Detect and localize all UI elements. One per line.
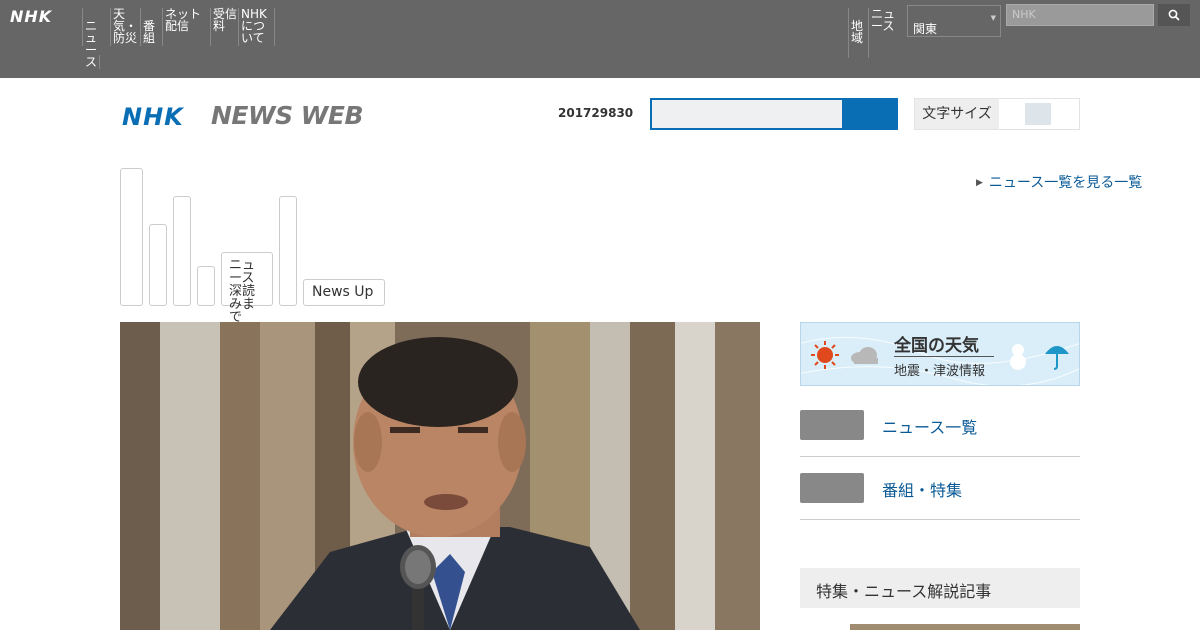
news-web-logo-text[interactable]: NEWS WEB [211,101,364,130]
news-web-logo-nhk[interactable]: NHK [122,103,184,131]
side-feature-photo[interactable] [850,624,1080,630]
side-link-label: 番組・特集 [882,481,963,500]
triangle-right-icon: ▶ [976,178,983,188]
nhk-search-input[interactable]: NHK [1006,4,1154,26]
gnav-item-label: 受信料 [213,7,238,33]
tab-4[interactable] [197,266,215,306]
global-nav-bar: NHK ニュース 天気・防災 番組 ネット配信 受信料 NHK について 地域 … [0,0,1200,78]
rnav-item-label: 地域 [851,19,864,45]
sun-icon [811,341,839,369]
date-number: 201729830 [558,106,634,120]
gnav-item-weather[interactable]: 天気・防災 [110,8,140,46]
region-nav: 地域 ニュース [848,8,904,58]
side-link-label: ニュース一覧 [882,418,978,437]
tab-5[interactable]: ニュース深読みまで [221,252,273,324]
search-icon [1168,9,1180,21]
tab-3[interactable] [173,196,191,306]
weather-subtitle: 地震・津波情報 [894,364,986,379]
side-link-thumbnail [800,473,864,503]
gnav-item-about[interactable]: NHK について [238,8,274,46]
site-search [650,98,898,130]
news-list-link[interactable]: ▶ ニュース一覧を見る一覧 [976,172,1142,192]
tab-label: News Up [312,284,374,300]
nhk-search-button[interactable] [1158,4,1190,26]
weather-banner[interactable]: 全国の天気 地震・津波情報 [800,322,1080,386]
gnav-item-label: 番組 [143,19,156,45]
nhk-logo[interactable]: NHK [10,7,52,26]
weather-title: 全国の天気 [894,336,979,356]
gnav-item-news[interactable]: ニュース [82,8,110,68]
cloud-icon [851,347,878,364]
umbrella-icon [1045,346,1069,370]
gnav-divider [274,8,280,46]
news-photo-illustration [120,322,760,630]
gnav-item-label: 天気・防災 [113,7,138,45]
chevron-down-icon: ▼ [990,14,996,22]
side-section-heading: 特集・ニュース解説記事 [800,568,1080,608]
weather-divider [894,356,994,357]
side-link-thumbnail [800,410,864,440]
nhk-search-placeholder: NHK [1012,8,1036,21]
gnav-item-label: NHK について [241,7,267,45]
site-search-input[interactable] [652,100,842,128]
gnav-item-fee[interactable]: 受信料 [210,8,238,46]
tab-2[interactable] [149,224,167,306]
toggle-knob[interactable] [1025,103,1051,125]
gnav-divider [99,55,100,69]
region-select[interactable]: 関東 ▼ [907,5,1001,37]
tab-1[interactable] [120,168,143,306]
main-news-photo[interactable] [120,322,760,630]
region-select-value: 関東 [913,22,938,36]
tab-label: ニュース深読みまで [229,258,256,325]
rnav-item-label: ニュース [871,7,896,33]
tab-6[interactable] [279,196,297,306]
side-link-news-list[interactable]: ニュース一覧 [800,394,1080,457]
toggle-label: 文字サイズ [915,99,999,129]
rnav-item-news[interactable]: ニュース [868,8,904,58]
gnav-item-label: ネット配信 [165,7,202,33]
font-size-toggle[interactable]: 文字サイズ [914,98,1080,130]
news-list-link-label: ニュース一覧を見る一覧 [988,175,1143,191]
gnav-item-programs[interactable]: 番組 [140,8,162,46]
snowman-icon [1010,344,1026,370]
side-link-programs[interactable]: 番組・特集 [800,457,1080,520]
rnav-item-region[interactable]: 地域 [848,8,868,58]
global-nav: ニュース 天気・防災 番組 ネット配信 受信料 NHK について [82,8,280,68]
gnav-item-streaming[interactable]: ネット配信 [162,8,210,46]
tab-news-up[interactable]: News Up [303,279,385,306]
